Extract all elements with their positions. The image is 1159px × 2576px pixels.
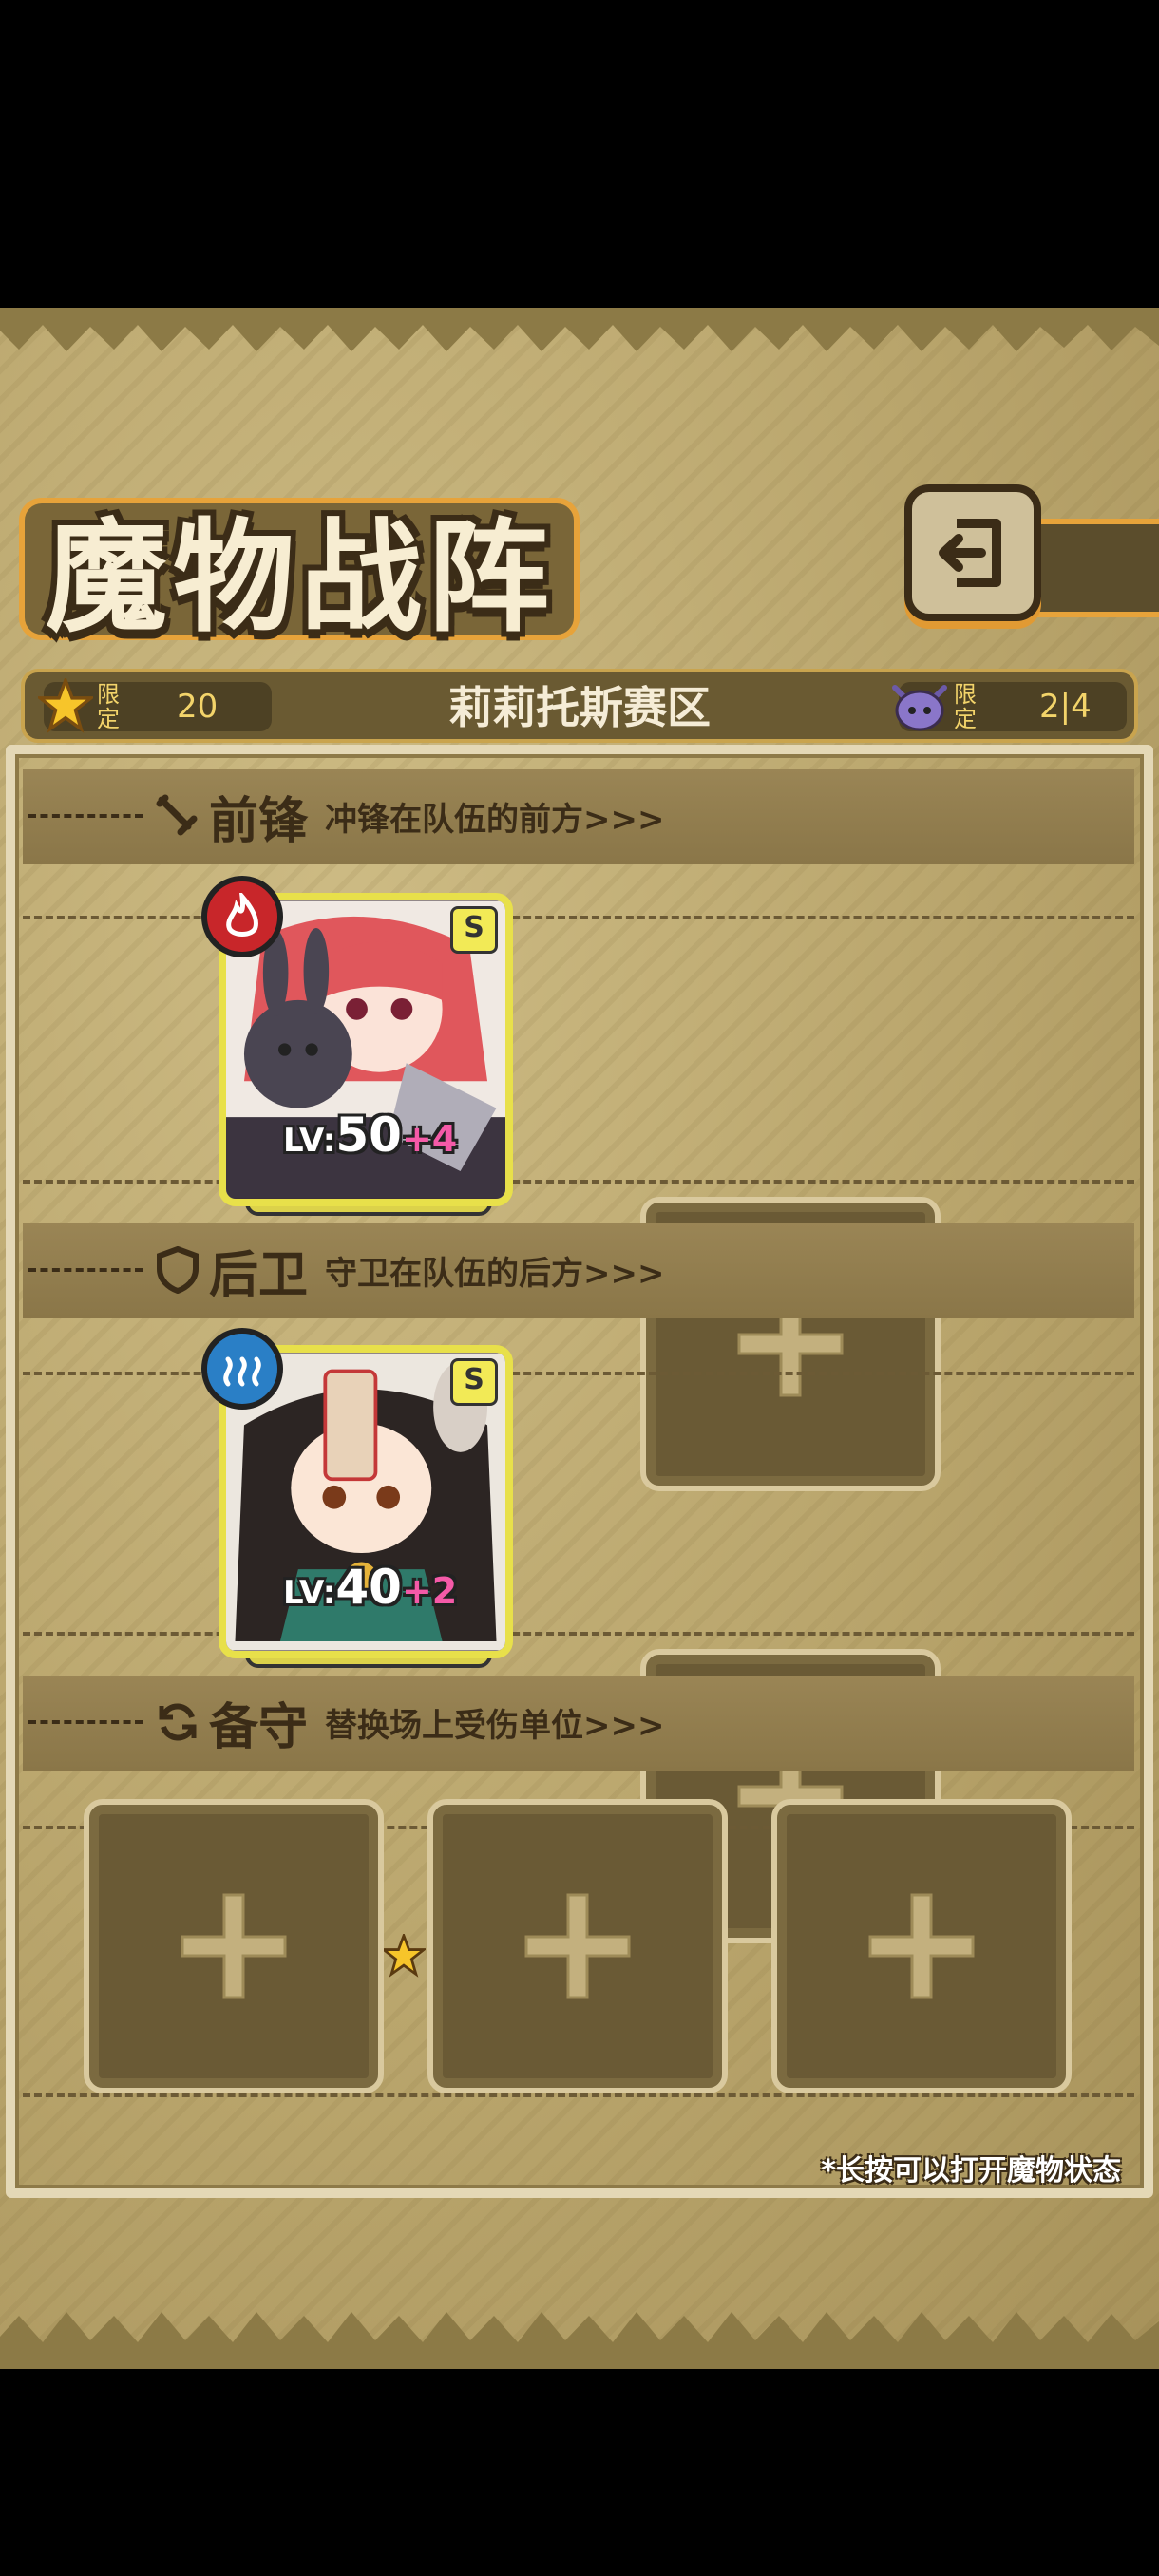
long-press-hint: *长按可以打开魔物状态 xyxy=(821,2154,1121,2188)
star-limit-pill: 限定 20 xyxy=(38,678,272,733)
reserve-title: 备守 xyxy=(209,1697,309,1756)
empty-slot-reserve-2[interactable] xyxy=(428,1799,728,2093)
rearguard-subtitle: 守卫在队伍的后方>>> xyxy=(325,1254,665,1293)
fire-element-badge xyxy=(201,876,283,957)
vanguard-title: 前锋 xyxy=(209,791,309,850)
unit-limit-pill: 限定 2|4 xyxy=(892,681,1127,732)
empty-slot-reserve-1[interactable] xyxy=(84,1799,384,2093)
rearguard-header: 后卫 守卫在队伍的后方>>> xyxy=(28,1237,665,1304)
star-limit-tag: 限定 xyxy=(97,681,120,732)
rank-badge: S xyxy=(450,906,498,954)
vanguard-subtitle: 冲锋在队伍的前方>>> xyxy=(325,800,665,839)
add-icon xyxy=(180,1893,287,1999)
rank-badge: S xyxy=(450,1358,498,1406)
formation-panel: 魔物战阵 莉莉托斯赛区 限定 20 限定 2|4 前锋 冲锋在队伍的前方>>> … xyxy=(0,308,1159,2369)
reserve-header: 备守 替换场上受伤单位>>> xyxy=(28,1689,665,1756)
sword-icon xyxy=(156,794,198,836)
fire-icon xyxy=(226,893,258,937)
rating-star-icon xyxy=(382,1934,426,1978)
reserve-subtitle: 替换场上受伤单位>>> xyxy=(325,1706,665,1745)
unit-level: LV:50+4 xyxy=(283,1108,458,1163)
zone-info-bar: 莉莉托斯赛区 限定 20 限定 2|4 xyxy=(21,669,1138,743)
back-button-rail xyxy=(1036,519,1159,617)
monster-head-icon xyxy=(892,685,947,731)
rearguard-title: 后卫 xyxy=(209,1245,309,1304)
page-title: 魔物战阵 xyxy=(46,506,556,649)
water-icon xyxy=(223,1356,261,1387)
water-element-badge xyxy=(201,1328,283,1410)
add-icon xyxy=(524,1893,631,1999)
vanguard-header: 前锋 冲锋在队伍的前方>>> xyxy=(28,783,665,850)
back-button[interactable] xyxy=(904,484,1041,621)
empty-slot-reserve-3[interactable] xyxy=(771,1799,1072,2093)
shield-icon xyxy=(157,1246,199,1294)
unit-limit-value: 2|4 xyxy=(1039,688,1092,726)
torn-bottom-edge xyxy=(0,2312,1159,2369)
star-limit-value: 20 xyxy=(177,688,218,726)
unit-level: LV:40+2 xyxy=(283,1560,458,1615)
torn-top-edge xyxy=(0,308,1159,351)
star-icon xyxy=(38,678,93,733)
swap-icon xyxy=(159,1703,197,1741)
back-arrow-icon xyxy=(939,519,1001,587)
add-icon xyxy=(868,1893,975,1999)
unit-limit-tag: 限定 xyxy=(954,681,977,732)
